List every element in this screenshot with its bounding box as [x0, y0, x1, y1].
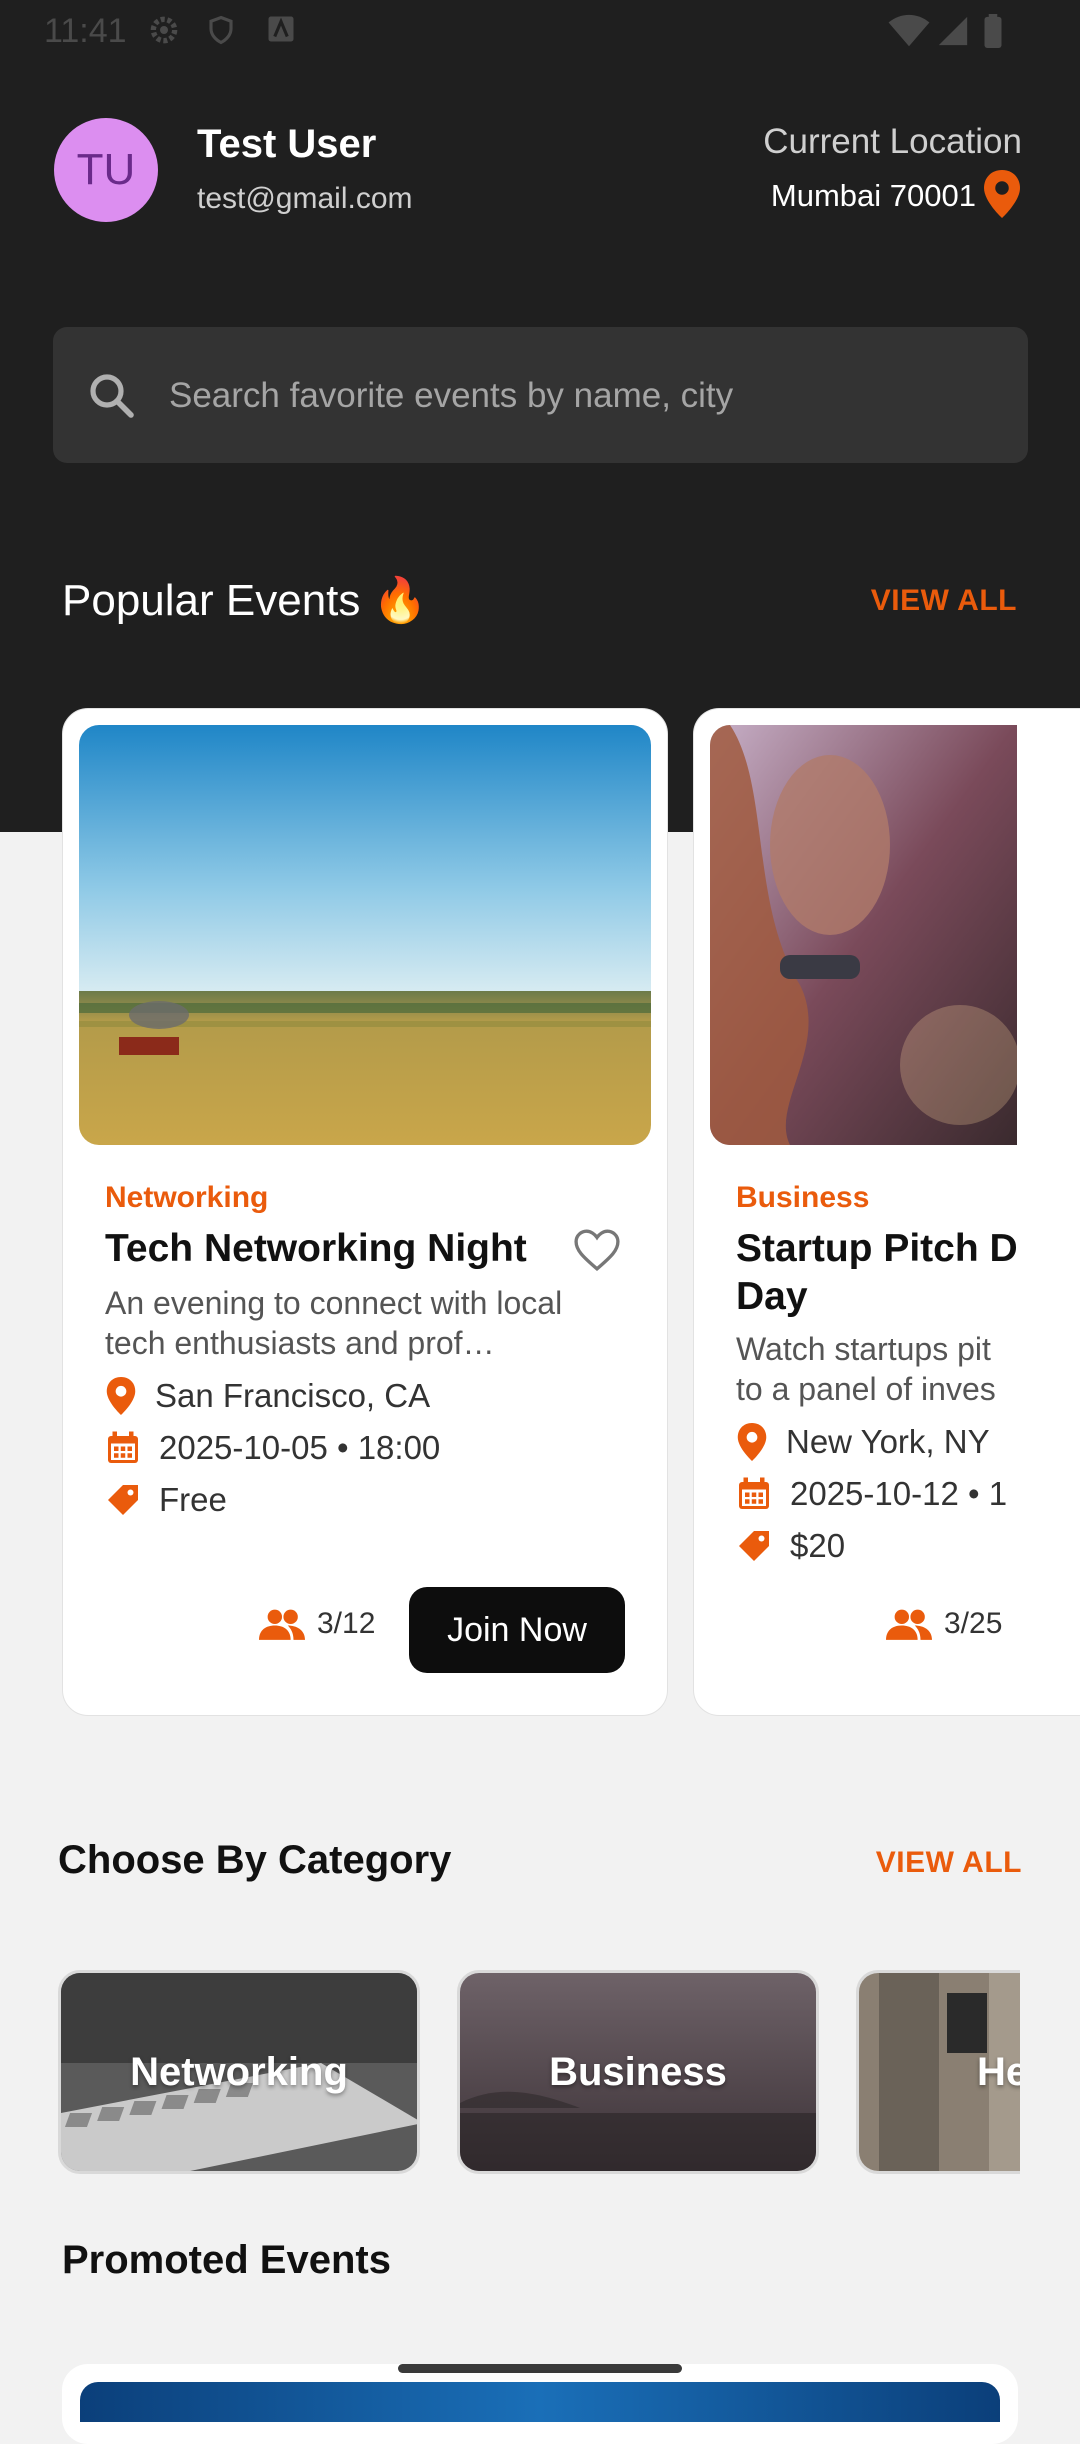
calendar-icon [108, 1431, 138, 1463]
location-label: Current Location [763, 122, 1022, 161]
event-price: $20 [790, 1527, 846, 1564]
event-title-line-2: Day [736, 1275, 808, 1318]
event-location-row: New York, NY [736, 1423, 990, 1461]
event-description: An evening to connect with local tech en… [105, 1285, 563, 1361]
event-title-line-1: Startup Pitch D [736, 1227, 1017, 1270]
event-date-row: 2025-10-12 • 1 [736, 1475, 1007, 1513]
price-tag-icon [108, 1485, 138, 1515]
event-category: Business [736, 1181, 870, 1214]
location-pin-icon [106, 1377, 136, 1415]
shield-icon [209, 15, 233, 45]
search-icon [90, 374, 134, 418]
user-name: Test User [197, 122, 377, 166]
popular-events-title: Popular Events 🔥 [62, 576, 428, 625]
user-email: test@gmail.com [197, 182, 413, 215]
location-pin-icon[interactable] [984, 170, 1020, 218]
attendees-count: 3/25 [886, 1607, 1002, 1641]
search-input[interactable] [167, 327, 991, 465]
wifi-icon [888, 14, 930, 47]
category-view-all-link[interactable]: VIEW ALL [876, 1846, 1022, 1880]
event-card[interactable]: Business Startup Pitch D Day Watch start… [693, 708, 1080, 1716]
event-description-line-2: to a panel of inves [736, 1371, 996, 1407]
join-now-button[interactable]: Join Now [409, 1587, 625, 1673]
location-value[interactable]: Mumbai 70001 [771, 178, 976, 214]
promoted-section-title: Promoted Events [62, 2238, 391, 2282]
category-tile-business[interactable]: Business [457, 1970, 819, 2174]
event-card-text-clip: Business Startup Pitch D Day Watch start… [694, 709, 1017, 1715]
category-label: He [977, 2049, 1020, 2094]
heart-icon[interactable] [571, 1227, 623, 1273]
status-time: 11:41 [44, 12, 127, 50]
people-icon [259, 1609, 305, 1640]
event-description: Watch startups pit to a panel of inves [736, 1329, 996, 1409]
avatar[interactable]: TU [54, 118, 158, 222]
category-section-title: Choose By Category [58, 1838, 452, 1882]
home-indicator[interactable] [398, 2364, 682, 2373]
event-date-row: 2025-10-05 • 18:00 [105, 1429, 440, 1467]
event-location: New York, NY [786, 1423, 990, 1460]
event-datetime: 2025-10-05 • 18:00 [159, 1429, 441, 1466]
event-price-row: $20 [736, 1527, 845, 1565]
calendar-icon [739, 1477, 769, 1509]
category-tile-health[interactable]: He [856, 1970, 1020, 2174]
battery-icon [984, 14, 1002, 48]
attendees-count: 3/12 [259, 1607, 375, 1641]
category-tile-networking[interactable]: Networking [58, 1970, 420, 2174]
event-datetime: 2025-10-12 • 1 [790, 1475, 1008, 1512]
event-price: Free [159, 1481, 227, 1518]
attendees-value: 3/25 [944, 1607, 1003, 1640]
avatar-initials: TU [76, 145, 136, 194]
price-tag-icon [739, 1531, 769, 1561]
attendees-value: 3/12 [317, 1607, 376, 1640]
people-icon [886, 1609, 932, 1640]
search-bar[interactable] [53, 327, 1028, 465]
event-title: Tech Networking Night [105, 1227, 527, 1270]
event-location-row: San Francisco, CA [105, 1377, 430, 1415]
event-category: Networking [105, 1181, 269, 1214]
promoted-event-image [80, 2382, 1000, 2422]
settings-icon [150, 16, 178, 44]
event-location: San Francisco, CA [155, 1377, 431, 1414]
event-card[interactable]: Networking Tech Networking Night An even… [62, 708, 668, 1716]
status-bar: 11:41 [0, 0, 1080, 62]
category-label: Networking [130, 2049, 348, 2094]
event-description-line-1: Watch startups pit [736, 1331, 991, 1367]
event-title: Startup Pitch D Day [736, 1225, 1017, 1321]
popular-view-all-link[interactable]: VIEW ALL [871, 584, 1017, 618]
event-image [79, 725, 651, 1145]
font-icon [268, 16, 294, 42]
signal-icon [938, 16, 968, 46]
event-price-row: Free [105, 1481, 227, 1519]
location-pin-icon [737, 1423, 767, 1461]
category-label: Business [549, 2049, 727, 2094]
